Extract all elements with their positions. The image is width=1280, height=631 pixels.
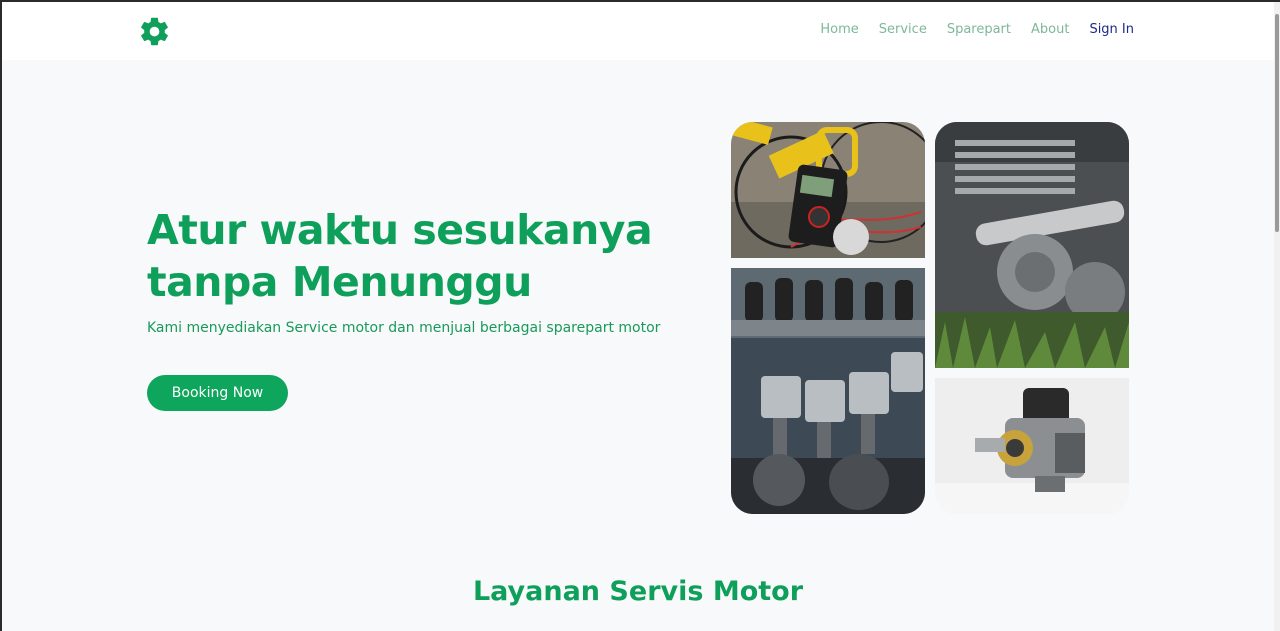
hero-title-line2: tanpa Menunggu — [147, 258, 532, 306]
section-title: Layanan Servis Motor — [472, 576, 804, 607]
motorcycle-engine-photo — [935, 122, 1129, 368]
hero-title: Atur waktu sesukanya tanpa Menunggu — [147, 204, 687, 308]
carburetor-photo — [935, 378, 1129, 514]
scrollbar-thumb[interactable] — [1275, 14, 1279, 232]
nav-link-about[interactable]: About — [1031, 22, 1069, 37]
nav-links: Home Service Sparepart About Sign In — [820, 22, 1134, 37]
sign-in-link[interactable]: Sign In — [1089, 22, 1134, 37]
booking-now-button[interactable]: Booking Now — [147, 375, 288, 411]
engine-pistons-photo — [731, 268, 925, 514]
hero-subtitle: Kami menyediakan Service motor dan menju… — [147, 320, 661, 336]
nav-link-sparepart[interactable]: Sparepart — [947, 22, 1011, 37]
nav-link-service[interactable]: Service — [879, 22, 927, 37]
multimeter-tools-photo — [731, 122, 925, 258]
browser-viewport: Home Service Sparepart About Sign In Atu… — [2, 2, 1274, 631]
gear-icon[interactable] — [138, 15, 171, 48]
nav-link-home[interactable]: Home — [820, 22, 858, 37]
navbar: Home Service Sparepart About Sign In — [2, 2, 1274, 60]
hero-title-line1: Atur waktu sesukanya — [147, 206, 653, 254]
scrollbar[interactable] — [1274, 2, 1280, 631]
